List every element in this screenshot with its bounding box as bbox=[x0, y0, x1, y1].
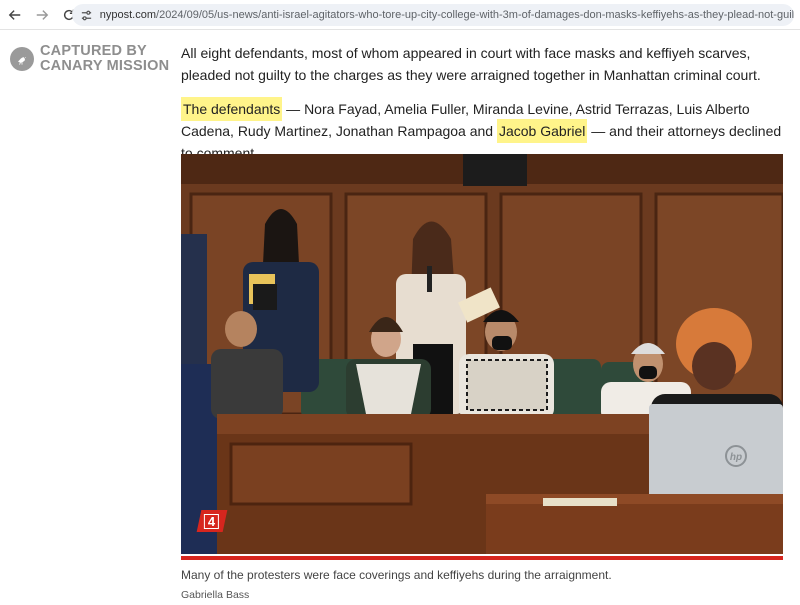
highlight-jacob-gabriel: Jacob Gabriel bbox=[496, 119, 588, 143]
forward-button[interactable] bbox=[30, 3, 54, 27]
laptop-logo: hp bbox=[730, 452, 742, 463]
article-paragraph-1: All eight defendants, most of whom appea… bbox=[181, 45, 761, 83]
canary-bird-icon bbox=[10, 47, 34, 71]
courtroom-photo[interactable]: hp 4 bbox=[181, 154, 783, 554]
browser-toolbar: nypost.com/2024/09/05/us-news/anti-israe… bbox=[0, 0, 800, 30]
url-path: /2024/09/05/us-news/anti-israel-agitator… bbox=[156, 9, 794, 21]
photo-credit: Gabriella Bass bbox=[181, 589, 250, 601]
photo-caption: Many of the protesters were face coverin… bbox=[181, 568, 612, 582]
watermark-line1: CAPTURED BY bbox=[40, 43, 147, 59]
address-bar[interactable]: nypost.com/2024/09/05/us-news/anti-israe… bbox=[72, 4, 794, 26]
canary-mission-watermark: CAPTURED BY CANARY MISSION bbox=[10, 44, 169, 74]
watermark-line2: CANARY MISSION bbox=[40, 58, 170, 74]
article-body: All eight defendants, most of whom appea… bbox=[181, 42, 791, 164]
gallery-badge-number: 4 bbox=[204, 513, 220, 529]
highlight-defendants: The defendants bbox=[181, 97, 283, 121]
courtroom-illustration: hp bbox=[181, 154, 783, 554]
tune-icon[interactable] bbox=[80, 8, 94, 22]
back-button[interactable] bbox=[3, 3, 27, 27]
url-host: nypost.com bbox=[99, 9, 157, 21]
url-text: nypost.com/2024/09/05/us-news/anti-israe… bbox=[100, 9, 794, 21]
watermark-text: CAPTURED BY CANARY MISSION bbox=[40, 44, 169, 74]
arrow-left-icon bbox=[8, 9, 21, 20]
gallery-badge[interactable]: 4 bbox=[196, 510, 228, 532]
arrow-right-icon bbox=[36, 9, 49, 20]
photo-divider bbox=[181, 556, 783, 560]
